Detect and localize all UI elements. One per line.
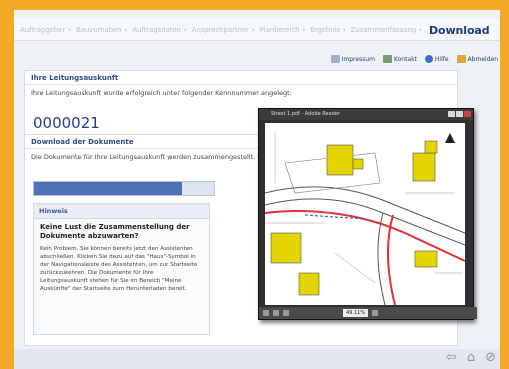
breadcrumb-item[interactable]: Auftraggeber xyxy=(20,26,65,34)
progress-bar xyxy=(33,181,215,196)
pdf-viewer-window[interactable]: Sheet 1.pdf - Adobe Reader 49.11% xyxy=(258,108,477,320)
section-text: Ihre Leitungsauskunft wurde erfolgreich … xyxy=(31,89,292,97)
breadcrumb: Auftraggeber › Bauvorhaben › Auftragsdaten… xyxy=(14,18,500,41)
hilfe-label: Hilfe xyxy=(434,55,449,63)
breadcrumb-current: Download xyxy=(429,24,490,37)
close-icon[interactable] xyxy=(464,111,471,117)
hint-title: Hinweis xyxy=(34,204,209,219)
viewer-title: Sheet 1.pdf - Adobe Reader xyxy=(271,111,341,117)
hint-question: Keine Lust die Zusammenstellung der Doku… xyxy=(40,223,190,240)
minimize-icon[interactable] xyxy=(448,111,455,117)
breadcrumb-item[interactable]: Auftragsdaten xyxy=(132,26,181,34)
reference-number: 0000021 xyxy=(33,114,100,132)
section-heading: Ihre Leitungsauskunft xyxy=(25,71,457,85)
breadcrumb-item[interactable]: Zusammenfassung xyxy=(351,26,417,34)
site-plan-map xyxy=(264,123,466,306)
cancel-icon[interactable]: ⊘ xyxy=(485,350,496,365)
help-icon xyxy=(424,55,433,63)
maximize-icon[interactable] xyxy=(456,111,463,117)
breadcrumb-item[interactable]: Ansprechpartner xyxy=(192,26,249,34)
map-document xyxy=(264,123,466,306)
viewer-statusbar: 49.11% xyxy=(259,307,477,319)
toolbar: Impressum Kontakt Hilfe Abmelden xyxy=(330,52,498,66)
back-arrow-icon[interactable]: ⇦ xyxy=(446,350,457,365)
breadcrumb-item[interactable]: Bauvorhaben xyxy=(76,26,122,34)
hint-body: Kein Problem. Sie können bereits jetzt d… xyxy=(40,246,198,292)
next-page-icon[interactable] xyxy=(283,310,289,316)
prev-page-icon[interactable] xyxy=(273,310,279,316)
logout-icon xyxy=(456,55,466,63)
home-icon[interactable]: ⌂ xyxy=(467,350,475,365)
zoom-field[interactable]: 49.11% xyxy=(343,309,369,317)
hint-box: Hinweis Keine Lust die Zusammenstellung … xyxy=(33,203,210,335)
zoom-in-icon[interactable] xyxy=(372,310,379,316)
breadcrumb-item[interactable]: Planbereich xyxy=(260,26,300,34)
impressum-label: Impressum xyxy=(341,55,375,63)
progress-fill xyxy=(34,182,182,195)
abmelden-label: Abmelden xyxy=(467,55,498,63)
footer-bar: ⇦ ⌂ ⊘ xyxy=(14,349,500,369)
first-page-icon[interactable] xyxy=(263,310,269,316)
hilfe-button[interactable]: Hilfe xyxy=(424,52,449,66)
abmelden-button[interactable]: Abmelden xyxy=(456,52,498,66)
kontakt-button[interactable]: Kontakt xyxy=(382,52,417,66)
breadcrumb-item[interactable]: Ergebnis xyxy=(310,26,340,34)
viewer-titlebar[interactable]: Sheet 1.pdf - Adobe Reader xyxy=(259,109,473,120)
impressum-button[interactable]: Impressum xyxy=(330,52,375,66)
kontakt-label: Kontakt xyxy=(393,55,417,63)
contact-icon xyxy=(382,55,392,63)
document-icon xyxy=(330,55,340,63)
